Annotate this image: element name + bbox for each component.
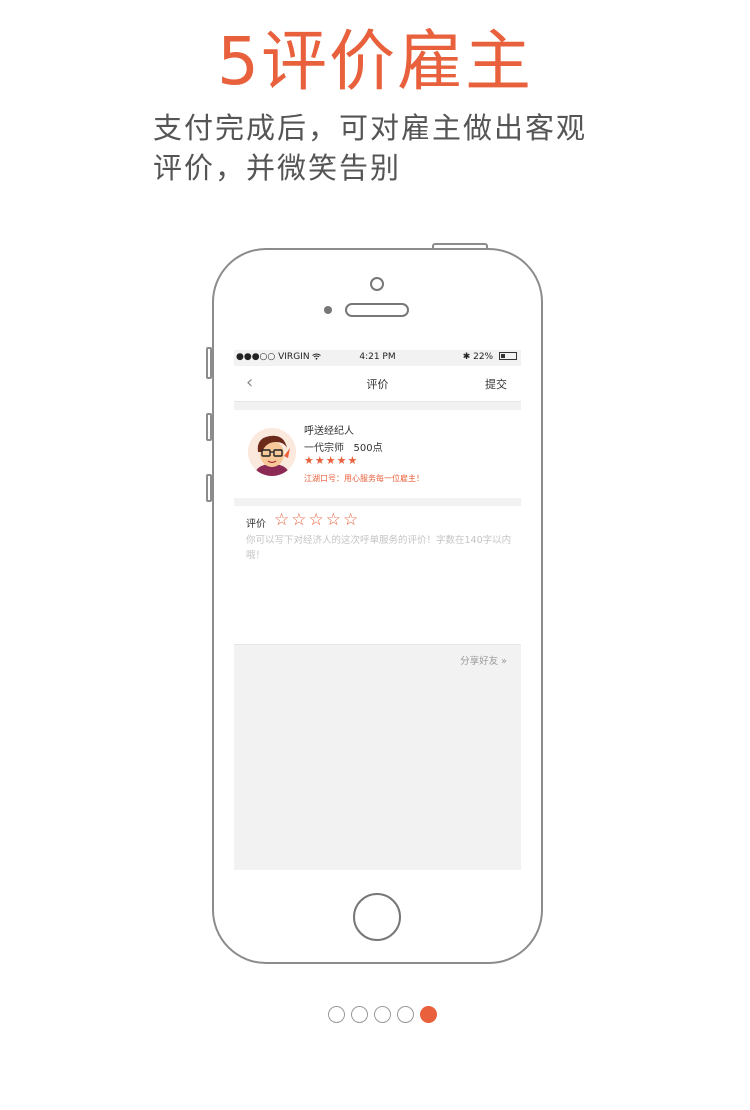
rating-star-picker[interactable]: ☆☆☆☆☆ [274,510,360,530]
subtitle: 支付完成后，可对雇主做出客观评价，并微笑告别 [153,111,588,185]
share-area: 分享好友 » [234,644,521,870]
section-divider [234,498,521,506]
agent-rating-stars: ★★★★★ [304,454,359,467]
battery-icon [499,352,517,360]
battery-percent: 22% [473,352,494,362]
avatar [248,428,296,476]
page-dot-1[interactable] [328,1006,345,1023]
agent-profile-card: 呼送经纪人 一代宗师 500点 ★★★★★ 江湖口号：用心服务每一位雇主！ [234,410,521,498]
bluetooth-icon: ✱ [462,352,471,362]
share-friends-link[interactable]: 分享好友 » [460,653,507,667]
rating-label: 评价 [246,519,266,530]
earpiece-speaker [345,303,409,317]
agent-rank-points: 一代宗师 500点 [304,443,383,454]
section-divider [234,402,521,410]
page-dot-4[interactable] [397,1006,414,1023]
rating-section: 评价 ☆☆☆☆☆ 你可以写下对经济人的这次呼单服务的评价！字数在140字以内哦！ [234,506,521,644]
page-indicator [328,1006,443,1024]
page-dot-2[interactable] [351,1006,368,1023]
agent-name: 呼送经纪人 [304,426,354,437]
agent-slogan: 江湖口号：用心服务每一位雇主！ [304,474,424,483]
home-button[interactable] [353,893,401,941]
avatar-illustration-icon [248,428,296,476]
review-textarea[interactable]: 你可以写下对经济人的这次呼单服务的评价！字数在140字以内哦！ [246,533,514,563]
headline: 5评价雇主 [217,23,533,100]
page-dot-5-active[interactable] [420,1006,437,1023]
page-dot-3[interactable] [374,1006,391,1023]
phone-screen: ●●●○○ VIRGIN 4:21 PM ✱ 22% ‹ 评价 提交 呼送经纪人… [234,350,521,870]
status-bar: ●●●○○ VIRGIN 4:21 PM ✱ 22% [234,350,521,366]
proximity-sensor [324,306,332,314]
navigation-bar: ‹ 评价 提交 [234,366,521,402]
status-right: ✱ 22% [463,352,517,362]
submit-button[interactable]: 提交 [485,376,507,392]
page-title: 评价 [366,378,389,391]
front-camera [370,277,384,291]
